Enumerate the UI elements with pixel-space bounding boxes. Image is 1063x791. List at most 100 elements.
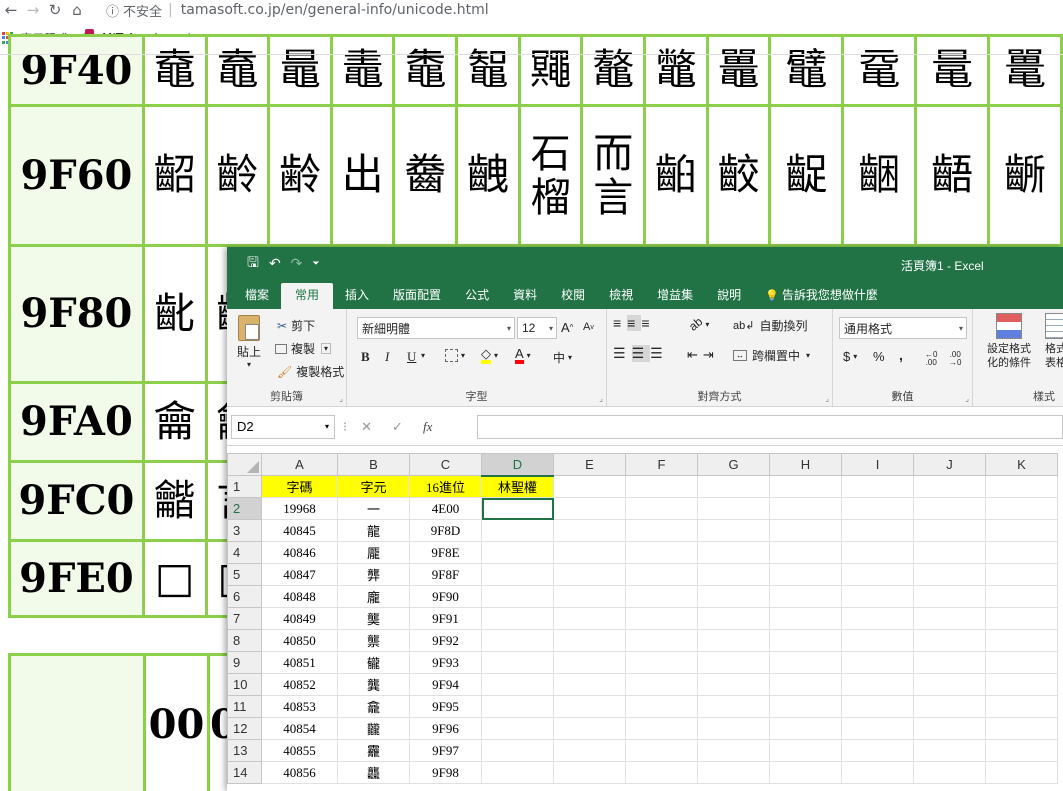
cell-E1[interactable]: [553, 475, 626, 498]
tab-3[interactable]: 版面配置: [381, 283, 453, 309]
cell-F5[interactable]: [625, 563, 698, 586]
cell-B2[interactable]: 一: [337, 497, 410, 520]
font-size-select[interactable]: 12 ▾: [517, 317, 557, 339]
cell-A8[interactable]: 40850: [261, 629, 338, 652]
cell-I5[interactable]: [841, 563, 914, 586]
cell-E6[interactable]: [553, 585, 626, 608]
cell-B6[interactable]: 龐: [337, 585, 410, 608]
row-header[interactable]: 9: [227, 651, 262, 674]
cell-G3[interactable]: [697, 519, 770, 542]
cell-J5[interactable]: [913, 563, 986, 586]
info-icon[interactable]: ⓘ: [106, 1, 119, 20]
merge-center-button[interactable]: ↔ 跨欄置中 ▾: [733, 347, 810, 364]
cell-E12[interactable]: [553, 717, 626, 740]
cell-H13[interactable]: [769, 739, 842, 762]
cell-F9[interactable]: [625, 651, 698, 674]
cell-K5[interactable]: [985, 563, 1058, 586]
cell-D11[interactable]: [481, 695, 554, 718]
cell-A7[interactable]: 40849: [261, 607, 338, 630]
cell-B14[interactable]: 龘: [337, 761, 410, 784]
cell-K12[interactable]: [985, 717, 1058, 740]
insert-function-icon[interactable]: fx: [423, 419, 432, 435]
cell-I7[interactable]: [841, 607, 914, 630]
underline-button[interactable]: U: [407, 349, 416, 365]
cell-H12[interactable]: [769, 717, 842, 740]
cell-A13[interactable]: 40855: [261, 739, 338, 762]
cell-C5[interactable]: 9F8F: [409, 563, 482, 586]
cell-C11[interactable]: 9F95: [409, 695, 482, 718]
tab-8[interactable]: 增益集: [645, 283, 705, 309]
cell-I3[interactable]: [841, 519, 914, 542]
percent-button[interactable]: %: [873, 349, 885, 364]
cell-H11[interactable]: [769, 695, 842, 718]
cell-C1[interactable]: 16進位: [409, 475, 482, 498]
cell-K2[interactable]: [985, 497, 1058, 520]
cell-D1[interactable]: 林聖權: [481, 475, 554, 498]
cell-H3[interactable]: [769, 519, 842, 542]
cell-A14[interactable]: 40856: [261, 761, 338, 784]
cell-A11[interactable]: 40853: [261, 695, 338, 718]
undo-icon[interactable]: ↶: [269, 255, 281, 272]
cell-J11[interactable]: [913, 695, 986, 718]
cell-C7[interactable]: 9F91: [409, 607, 482, 630]
address-bar[interactable]: ⓘ 不安全 | tamasoft.co.jp/en/general-info/u…: [106, 1, 489, 20]
cell-I2[interactable]: [841, 497, 914, 520]
column-header[interactable]: G: [697, 453, 770, 476]
cell-C14[interactable]: 9F98: [409, 761, 482, 784]
cell-A5[interactable]: 40847: [261, 563, 338, 586]
row-header[interactable]: 13: [227, 739, 262, 762]
cell-K10[interactable]: [985, 673, 1058, 696]
cell-D4[interactable]: [481, 541, 554, 564]
cell-I1[interactable]: [841, 475, 914, 498]
cell-K1[interactable]: [985, 475, 1058, 498]
shrink-font-button[interactable]: Av: [583, 321, 594, 333]
cell-A10[interactable]: 40852: [261, 673, 338, 696]
cut-button[interactable]: ✂ 剪下: [277, 317, 315, 334]
cell-A2[interactable]: 19968: [261, 497, 338, 520]
row-header[interactable]: 5: [227, 563, 262, 586]
format-painter-button[interactable]: 🖌 複製格式: [277, 363, 344, 380]
phonetic-button[interactable]: 中 ▾: [553, 349, 572, 366]
cell-A1[interactable]: 字碼: [261, 475, 338, 498]
cell-J4[interactable]: [913, 541, 986, 564]
tab-5[interactable]: 資料: [501, 283, 549, 309]
cell-C9[interactable]: 9F93: [409, 651, 482, 674]
cell-D10[interactable]: [481, 673, 554, 696]
row-header[interactable]: 11: [227, 695, 262, 718]
tab-7[interactable]: 檢視: [597, 283, 645, 309]
cell-J8[interactable]: [913, 629, 986, 652]
cell-I10[interactable]: [841, 673, 914, 696]
cell-J10[interactable]: [913, 673, 986, 696]
row-header[interactable]: 1: [227, 475, 262, 498]
cell-J9[interactable]: [913, 651, 986, 674]
cell-C13[interactable]: 9F97: [409, 739, 482, 762]
currency-button[interactable]: $ ▾: [843, 349, 857, 364]
cell-A12[interactable]: 40854: [261, 717, 338, 740]
cell-F8[interactable]: [625, 629, 698, 652]
cell-B5[interactable]: 龏: [337, 563, 410, 586]
customize-toolbar-icon[interactable]: ⏷: [312, 258, 319, 269]
cell-F11[interactable]: [625, 695, 698, 718]
cell-B7[interactable]: 龑: [337, 607, 410, 630]
font-name-select[interactable]: 新細明體 ▾: [357, 317, 515, 339]
font-color-button[interactable]: A ▾: [515, 347, 531, 364]
cell-J2[interactable]: [913, 497, 986, 520]
cell-D6[interactable]: [481, 585, 554, 608]
cell-E7[interactable]: [553, 607, 626, 630]
cell-B9[interactable]: 龓: [337, 651, 410, 674]
cell-D2[interactable]: [481, 497, 554, 520]
cell-G13[interactable]: [697, 739, 770, 762]
cell-G14[interactable]: [697, 761, 770, 784]
cell-G12[interactable]: [697, 717, 770, 740]
url-text[interactable]: tamasoft.co.jp/en/general-info/unicode.h…: [181, 2, 489, 18]
column-header[interactable]: F: [625, 453, 698, 476]
grow-font-button[interactable]: A ^: [561, 320, 573, 335]
cell-K13[interactable]: [985, 739, 1058, 762]
cell-F13[interactable]: [625, 739, 698, 762]
cell-I4[interactable]: [841, 541, 914, 564]
cell-D14[interactable]: [481, 761, 554, 784]
row-header[interactable]: 8: [227, 629, 262, 652]
borders-button[interactable]: ▾: [445, 349, 465, 362]
row-header[interactable]: 12: [227, 717, 262, 740]
cell-I13[interactable]: [841, 739, 914, 762]
